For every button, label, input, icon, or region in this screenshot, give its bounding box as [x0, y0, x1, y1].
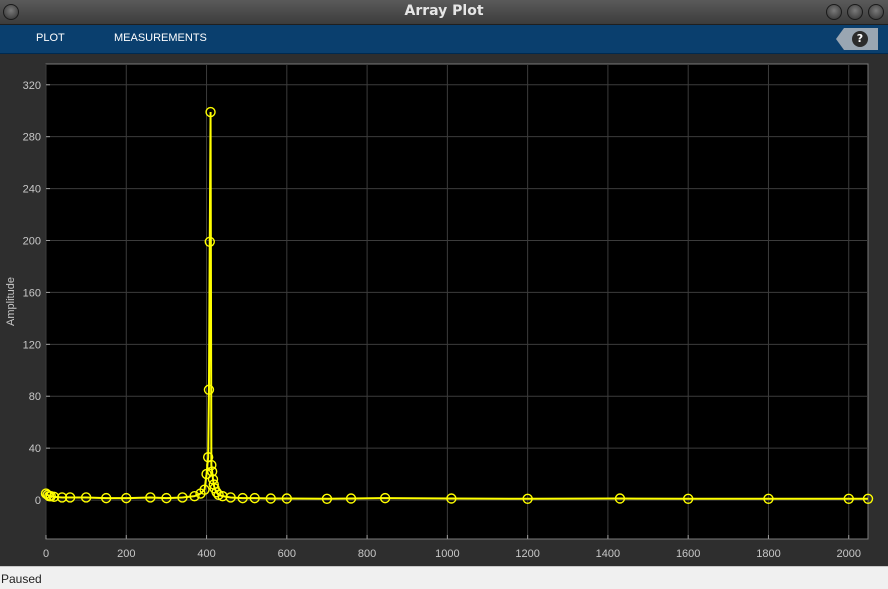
y-tick-label: 200 — [23, 236, 41, 248]
x-tick-label: 200 — [117, 548, 135, 560]
y-tick-label: 80 — [29, 391, 41, 403]
help-icon: ? — [852, 31, 868, 47]
status-text: Paused — [1, 572, 42, 586]
y-tick-label: 0 — [35, 495, 41, 507]
y-axis-label: Amplitude — [5, 277, 17, 326]
x-tick-label: 400 — [197, 548, 215, 560]
minimize-icon[interactable] — [826, 4, 842, 20]
x-tick-label: 2000 — [836, 548, 860, 560]
tab-measurements[interactable]: MEASUREMENTS — [114, 32, 207, 44]
tab-plot[interactable]: PLOT — [36, 32, 65, 44]
plot-area: 0 200 400 600 800 1000 1200 1400 1600 1800 2000 0 40… — [0, 54, 888, 566]
x-tick-label: 1800 — [756, 548, 780, 560]
title-bar: Array Plot — [0, 0, 888, 25]
window-title: Array Plot — [404, 3, 484, 19]
y-tick-label: 120 — [23, 339, 41, 351]
y-tick-label: 40 — [29, 443, 41, 455]
y-tick-label: 160 — [23, 287, 41, 299]
x-tick-label: 800 — [358, 548, 376, 560]
y-tick-label: 240 — [23, 184, 41, 196]
help-button[interactable]: ? — [836, 28, 878, 50]
y-tick-label: 320 — [23, 80, 41, 92]
x-tick-label: 1200 — [515, 548, 539, 560]
x-tick-label: 600 — [278, 548, 296, 560]
array-plot-chart[interactable]: 0 200 400 600 800 1000 1200 1400 1600 1800 2000 0 40… — [0, 54, 888, 566]
toolstrip: PLOT MEASUREMENTS ? — [0, 25, 888, 54]
maximize-icon[interactable] — [847, 4, 863, 20]
x-tick-label: 1600 — [676, 548, 700, 560]
x-tick-label: 0 — [43, 548, 49, 560]
x-tick-label: 1400 — [596, 548, 620, 560]
close-icon[interactable] — [868, 4, 884, 20]
x-tick-label: 1000 — [435, 548, 459, 560]
plot-axes-background[interactable] — [45, 63, 869, 540]
status-bar: Paused — [0, 566, 888, 589]
y-tick-label: 280 — [23, 132, 41, 144]
